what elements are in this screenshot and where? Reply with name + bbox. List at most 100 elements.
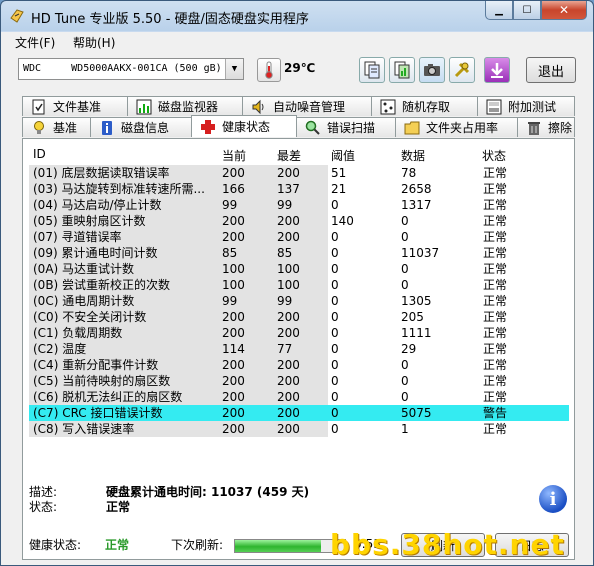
file-benchmark-icon — [32, 99, 45, 114]
title-bar[interactable]: HD Tune 专业版 5.50 - 硬盘/固态硬盘实用程序 ▁ ☐ ✕ — [1, 1, 593, 31]
cell-cur: 99 — [219, 293, 276, 309]
cell-status: 正常 — [480, 277, 559, 293]
cell-worst: 200 — [274, 229, 331, 245]
options-button[interactable] — [449, 57, 475, 83]
table-row[interactable]: (C6) 脱机无法纠正的扇区数 200 200 0 0 正常 — [29, 389, 569, 405]
cell-status: 正常 — [480, 389, 559, 405]
cell-status: 警告 — [480, 405, 559, 421]
window-title: HD Tune 专业版 5.50 - 硬盘/固态硬盘实用程序 — [31, 12, 309, 27]
toolbar: WDC WD5000AAKX-001CA (500 gB) ▼ 29℃ 退出 — [1, 52, 593, 92]
tab-erase[interactable]: 擦除 — [517, 117, 575, 137]
table-row[interactable]: (0B) 尝试重新校正的次数 100 100 0 0 正常 — [29, 277, 569, 293]
cell-status: 正常 — [480, 229, 559, 245]
cell-status: 正常 — [480, 357, 559, 373]
copy-text-button[interactable] — [359, 57, 385, 83]
info-icon: i — [539, 485, 567, 513]
cell-worst: 99 — [274, 293, 331, 309]
table-row[interactable]: (C7) CRC 接口错误计数 200 200 0 5075 警告 — [29, 405, 569, 421]
tab-label: 健康状态 — [222, 120, 271, 134]
minimize-button[interactable]: ▁ — [485, 1, 513, 20]
extra-tests-icon — [486, 99, 502, 114]
client-area: WDC WD5000AAKX-001CA (500 gB) ▼ 29℃ 退出 文… — [1, 52, 593, 565]
cell-thr: 0 — [328, 245, 401, 261]
trash-icon — [528, 121, 540, 135]
screenshot-button[interactable] — [419, 57, 445, 83]
drive-select[interactable]: WDC WD5000AAKX-001CA (500 gB) ▼ — [18, 58, 244, 80]
drive-select-value: WDC WD5000AAKX-001CA (500 gB) — [23, 63, 222, 74]
table-row[interactable]: (C2) 温度 114 77 0 29 正常 — [29, 341, 569, 357]
table-row[interactable]: (C8) 写入错误速率 200 200 0 1 正常 — [29, 421, 569, 437]
save-button[interactable] — [484, 57, 510, 83]
cell-data: 0 — [398, 277, 482, 293]
table-row[interactable]: (04) 马达启动/停止计数 99 99 0 1317 正常 — [29, 197, 569, 213]
table-row[interactable]: (0C) 通电周期计数 99 99 0 1305 正常 — [29, 293, 569, 309]
tab-benchmark[interactable]: 基准 — [22, 117, 91, 137]
maximize-button[interactable]: ☐ — [513, 1, 541, 20]
cell-worst: 137 — [274, 181, 331, 197]
cell-cur: 114 — [219, 341, 276, 357]
header-worst[interactable]: 最差 — [277, 147, 301, 165]
tab-extra-tests[interactable]: 附加测试 — [477, 96, 575, 116]
tab-row-bottom: 基准 磁盘信息 健康状态 错误扫描 文件夹占用率 擦除 — [22, 115, 575, 137]
cell-data: 0 — [398, 261, 482, 277]
health-status-value: 正常 — [105, 538, 130, 552]
save-down-icon — [491, 63, 503, 78]
header-threshold[interactable]: 阈值 — [331, 147, 355, 165]
cell-thr: 0 — [328, 373, 401, 389]
header-current[interactable]: 当前 — [222, 147, 246, 165]
cell-worst: 200 — [274, 309, 331, 325]
cell-data: 29 — [398, 341, 482, 357]
header-data[interactable]: 数据 — [401, 147, 425, 165]
table-row[interactable]: (C1) 负载周期数 200 200 0 1111 正常 — [29, 325, 569, 341]
cell-cur: 200 — [219, 357, 276, 373]
table-row[interactable]: (0A) 马达重试计数 100 100 0 0 正常 — [29, 261, 569, 277]
tab-random-access[interactable]: 随机存取 — [371, 96, 478, 116]
menu-help[interactable]: 帮助(H) — [73, 34, 115, 51]
copy-screenshot-button[interactable] — [389, 57, 415, 83]
exit-button[interactable]: 退出 — [526, 57, 576, 83]
tab-disk-monitor[interactable]: 磁盘监视器 — [127, 96, 243, 116]
cell-cur: 100 — [219, 261, 276, 277]
tab-health[interactable]: 健康状态 — [191, 115, 297, 137]
table-row[interactable]: (09) 累计通电时间计数 85 85 0 11037 正常 — [29, 245, 569, 261]
table-row[interactable]: (03) 马达旋转到标准转速所需... 166 137 21 2658 正常 — [29, 181, 569, 197]
cell-thr: 0 — [328, 357, 401, 373]
table-row[interactable]: (07) 寻道错误率 200 200 0 0 正常 — [29, 229, 569, 245]
cell-status: 正常 — [480, 341, 559, 357]
cell-attribute: (C5) 当前待映射的扇区数 — [29, 373, 219, 389]
cell-thr: 0 — [328, 341, 401, 357]
table-row[interactable]: (01) 底层数据读取错误率 200 200 51 78 正常 — [29, 165, 569, 181]
tab-file-benchmark[interactable]: 文件基准 — [22, 96, 128, 116]
menu-file[interactable]: 文件(F) — [15, 34, 55, 51]
tab-label: 附加测试 — [508, 100, 557, 114]
watermark-text: bbs.38hot.net — [330, 528, 565, 561]
tab-label: 文件基准 — [53, 100, 102, 114]
cell-attribute: (05) 重映射扇区计数 — [29, 213, 219, 229]
cell-data: 0 — [398, 357, 482, 373]
table-row[interactable]: (05) 重映射扇区计数 200 200 140 0 正常 — [29, 213, 569, 229]
tab-error-scan[interactable]: 错误扫描 — [296, 117, 396, 137]
folder-icon — [404, 121, 420, 134]
tab-folder-usage[interactable]: 文件夹占用率 — [395, 117, 518, 137]
random-access-icon — [380, 99, 396, 114]
cell-attribute: (C4) 重新分配事件计数 — [29, 357, 219, 373]
cell-thr: 140 — [328, 213, 401, 229]
cell-attribute: (C7) CRC 接口错误计数 — [29, 405, 219, 421]
cell-status: 正常 — [480, 245, 559, 261]
thermometer-icon — [257, 58, 281, 82]
table-row[interactable]: (C5) 当前待映射的扇区数 200 200 0 0 正常 — [29, 373, 569, 389]
cell-cur: 200 — [219, 325, 276, 341]
cell-worst: 200 — [274, 405, 331, 421]
chevron-down-icon[interactable]: ▼ — [225, 59, 243, 79]
cell-thr: 21 — [328, 181, 401, 197]
tab-disk-info[interactable]: 磁盘信息 — [90, 117, 192, 137]
close-button[interactable]: ✕ — [541, 1, 587, 20]
tab-aam[interactable]: 自动噪音管理 — [242, 96, 372, 116]
cell-worst: 200 — [274, 357, 331, 373]
header-id[interactable]: ID — [33, 147, 46, 165]
options-icon — [454, 62, 470, 78]
cell-data: 0 — [398, 373, 482, 389]
table-row[interactable]: (C0) 不安全关闭计数 200 200 0 205 正常 — [29, 309, 569, 325]
header-status[interactable]: 状态 — [482, 147, 506, 165]
table-row[interactable]: (C4) 重新分配事件计数 200 200 0 0 正常 — [29, 357, 569, 373]
